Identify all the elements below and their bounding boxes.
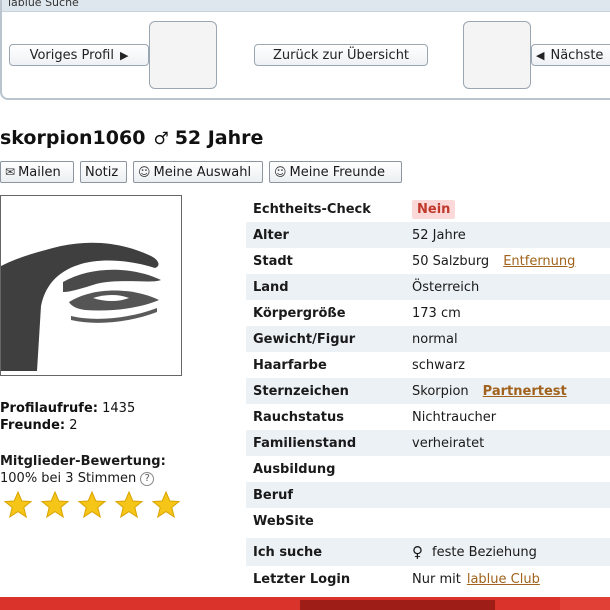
detail-row-echtheit: Echtheits-Check Nein — [246, 196, 610, 222]
profile-heading: skorpion1060 ♂ 52 Jahre — [0, 127, 263, 149]
detail-label: Ich suche — [253, 544, 323, 560]
detail-row-groesse: Körpergröße 173 cm — [246, 300, 610, 326]
bottom-banner — [0, 597, 610, 610]
previous-profile-button[interactable]: Voriges Profil ▶ — [9, 44, 149, 66]
last-login-value: Nur mit — [412, 571, 461, 587]
star-icon — [40, 490, 70, 519]
friends-count-label: Freunde: — [0, 418, 66, 433]
detail-value: Österreich — [412, 279, 480, 295]
male-icon: ♂ — [153, 129, 169, 149]
city-value: 50 Salzburg — [412, 253, 490, 269]
detail-label: Letzter Login — [253, 571, 351, 587]
detail-row-familienstand: Familienstand verheiratet — [246, 430, 610, 456]
star-icon — [77, 490, 107, 519]
detail-row-beruf: Beruf — [246, 482, 610, 508]
zodiac-value: Skorpion — [412, 383, 469, 399]
friends-count: Freunde: 2 — [0, 418, 78, 433]
my-friends-button[interactable]: ☺ Meine Freunde — [269, 161, 402, 183]
detail-row-ich-suche: Ich suche ♀ feste Beziehung — [246, 538, 610, 566]
detail-label: Gewicht/Figur — [253, 331, 356, 347]
star-icon — [151, 490, 181, 519]
person-icon: ☺ — [274, 165, 287, 179]
detail-value: Nichtraucher — [412, 409, 497, 425]
arrow-right-icon: ▶ — [119, 48, 129, 62]
detail-label: Stadt — [253, 253, 293, 269]
detail-label: Haarfarbe — [253, 357, 327, 373]
detail-row-sternzeichen: Sternzeichen Skorpion Partnertest — [246, 378, 610, 404]
detail-value: normal — [412, 331, 458, 347]
profile-views: Profilaufrufe: 1435 — [0, 401, 135, 416]
detail-value: verheiratet — [412, 435, 485, 451]
detail-label: Sternzeichen — [253, 383, 349, 399]
friends-count-value: 2 — [69, 418, 78, 433]
detail-value: Nein — [412, 199, 456, 219]
envelope-icon: ✉ — [5, 165, 16, 179]
my-selection-label: Meine Auswahl — [153, 164, 252, 180]
note-button-label: Notiz — [85, 164, 119, 180]
rating-summary: 100% bei 3 Stimmen? — [0, 471, 155, 486]
distance-link[interactable]: Entfernung — [503, 254, 575, 269]
detail-row-land: Land Österreich — [246, 274, 610, 300]
arrow-left-icon: ◀ — [536, 48, 545, 62]
search-panel-title-bar: lablue Suche — [2, 0, 610, 12]
detail-value: 50 Salzburg Entfernung — [412, 254, 575, 269]
back-to-overview-label: Zurück zur Übersicht — [272, 47, 410, 63]
verification-badge: Nein — [412, 199, 456, 219]
rating-title: Mitglieder-Bewertung: — [0, 454, 166, 469]
bottom-banner-strip — [300, 600, 495, 610]
detail-label: Echtheits-Check — [253, 201, 371, 217]
detail-row-letzter-login: Letzter Login Nur mit lablue Club — [246, 566, 610, 592]
star-icon — [3, 490, 33, 519]
detail-value: 173 cm — [412, 305, 461, 321]
detail-row-ausbildung: Ausbildung — [246, 456, 610, 482]
previous-profile-thumbnail[interactable] — [149, 21, 217, 89]
detail-label: Ausbildung — [253, 461, 336, 477]
bottom-banner-badge — [560, 597, 610, 610]
my-selection-button[interactable]: ☺ Meine Auswahl — [133, 161, 263, 183]
note-button[interactable]: Notiz — [80, 161, 127, 183]
rating-summary-text: 100% bei 3 Stimmen — [0, 471, 137, 486]
profile-photo-image — [1, 196, 181, 375]
detail-value: Skorpion Partnertest — [412, 384, 567, 399]
search-panel-title: lablue Suche — [8, 0, 79, 9]
previous-profile-label: Voriges Profil — [29, 47, 114, 63]
profile-photo[interactable] — [0, 195, 182, 376]
detail-label: Beruf — [253, 487, 294, 503]
username: skorpion1060 — [0, 127, 146, 149]
partner-test-link[interactable]: Partnertest — [483, 384, 567, 399]
detail-label: Familienstand — [253, 435, 357, 451]
lablue-club-link[interactable]: lablue Club — [467, 572, 540, 587]
star-icon — [114, 490, 144, 519]
detail-row-haarfarbe: Haarfarbe schwarz — [246, 352, 610, 378]
detail-label: Alter — [253, 227, 289, 243]
detail-row-gewicht: Gewicht/Figur normal — [246, 326, 610, 352]
detail-label: Körpergröße — [253, 305, 346, 321]
detail-value: ♀ feste Beziehung — [412, 543, 537, 561]
detail-value: Nur mit lablue Club — [412, 572, 540, 587]
female-icon: ♀ — [412, 543, 423, 561]
my-friends-label: Meine Freunde — [289, 164, 386, 180]
back-to-overview-button[interactable]: Zurück zur Übersicht — [254, 44, 428, 66]
profile-age: 52 Jahre — [174, 127, 264, 149]
detail-label: WebSite — [253, 513, 314, 529]
profile-views-value: 1435 — [102, 401, 136, 416]
next-profile-label: Nächste — [550, 47, 604, 63]
person-icon: ☺ — [138, 165, 151, 179]
next-profile-thumbnail[interactable] — [463, 21, 531, 89]
mail-button-label: Mailen — [18, 164, 61, 180]
looking-for-value: feste Beziehung — [432, 544, 537, 560]
detail-row-rauchstatus: Rauchstatus Nichtraucher — [246, 404, 610, 430]
detail-label: Land — [253, 279, 289, 295]
profile-views-label: Profilaufrufe: — [0, 401, 98, 416]
detail-row-stadt: Stadt 50 Salzburg Entfernung — [246, 248, 610, 274]
detail-label: Rauchstatus — [253, 409, 344, 425]
help-icon[interactable]: ? — [140, 471, 155, 486]
detail-row-website: WebSite — [246, 508, 610, 534]
detail-value: schwarz — [412, 357, 465, 373]
search-navigation-panel: lablue Suche Voriges Profil ▶ Zurück zur… — [0, 0, 610, 100]
detail-row-alter: Alter 52 Jahre — [246, 222, 610, 248]
next-profile-button[interactable]: ◀ Nächste — [531, 44, 610, 66]
detail-value: 52 Jahre — [412, 227, 466, 243]
mail-button[interactable]: ✉ Mailen — [0, 161, 74, 183]
